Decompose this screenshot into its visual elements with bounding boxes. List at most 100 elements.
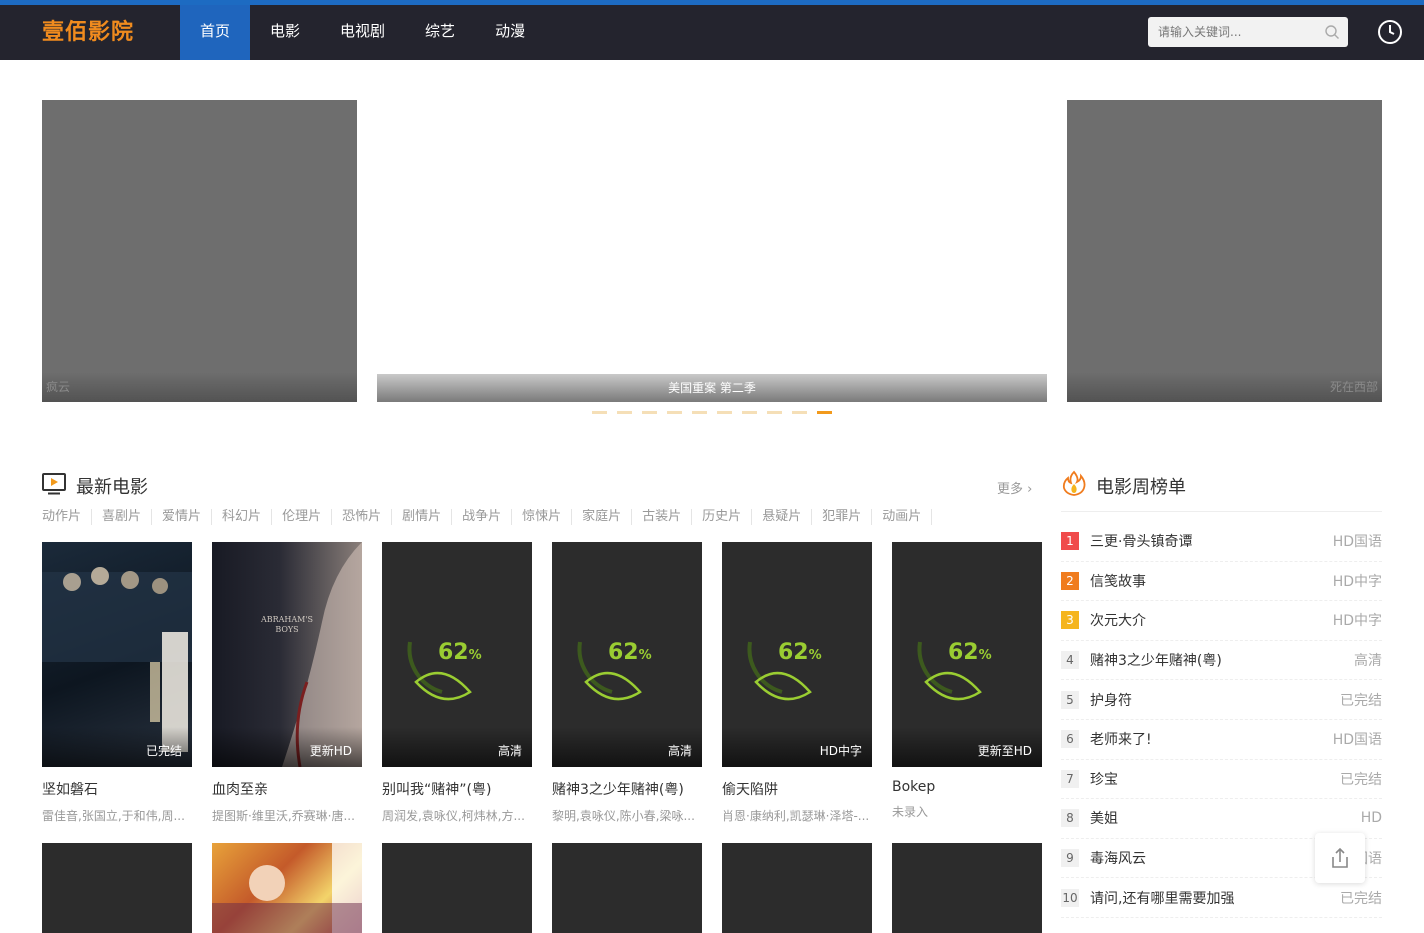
- movie-title[interactable]: 坚如磐石: [42, 779, 192, 799]
- carousel-slide-active[interactable]: 美国重案 第二季: [377, 100, 1047, 402]
- nav-variety[interactable]: 综艺: [405, 5, 475, 60]
- rank-status: HD中字: [1332, 613, 1382, 630]
- movie-poster[interactable]: [382, 843, 532, 933]
- rank-item[interactable]: 6 老师来了! HD国语: [1061, 720, 1382, 760]
- movie-card: 62% 高清 赌神3之少年赌神(粤) 黎明,袁咏仪,陈小春,梁咏...: [552, 542, 702, 824]
- share-icon: [1332, 847, 1348, 868]
- rank-item[interactable]: 10 请问,还有哪里需要加强 已完结: [1061, 878, 1382, 918]
- category-link[interactable]: 犯罪片: [822, 509, 873, 525]
- category-link[interactable]: 动画片: [882, 509, 933, 525]
- movie-title[interactable]: 偷天陷阱: [722, 779, 872, 799]
- movie-poster[interactable]: [42, 843, 192, 933]
- nav-home[interactable]: 首页: [180, 5, 251, 60]
- loading-percent-value: 62: [778, 640, 809, 665]
- rank-item[interactable]: 5 护身符 已完结: [1061, 680, 1382, 720]
- rank-number: 5: [1061, 690, 1079, 709]
- movie-badge: 已完结: [145, 744, 182, 758]
- movie-badge: 高清: [497, 744, 522, 758]
- loading-percent-value: 62: [608, 640, 639, 665]
- carousel-slide-next[interactable]: 死在西部: [1067, 100, 1382, 402]
- category-link[interactable]: 动作片: [42, 509, 93, 525]
- movie-poster[interactable]: 已完结: [42, 542, 192, 767]
- category-link[interactable]: 惊悚片: [522, 509, 573, 525]
- svg-text:BOYS: BOYS: [275, 625, 298, 634]
- movie-title[interactable]: 血肉至亲: [212, 779, 362, 799]
- search-input[interactable]: [1148, 17, 1318, 47]
- category-link[interactable]: 古装片: [642, 509, 693, 525]
- carousel-dot[interactable]: [717, 411, 732, 414]
- carousel-slide-prev[interactable]: 疯云: [42, 100, 357, 402]
- category-link[interactable]: 战争片: [462, 509, 513, 525]
- carousel-dot[interactable]: [767, 411, 782, 414]
- carousel-dot[interactable]: [592, 411, 607, 414]
- carousel-dot-active[interactable]: [817, 411, 832, 414]
- rank-name: 护身符: [1090, 692, 1132, 709]
- rank-item[interactable]: 7 珍宝 已完结: [1061, 760, 1382, 800]
- nav-movies[interactable]: 电影: [250, 5, 320, 60]
- rank-number: 1: [1061, 532, 1079, 551]
- rank-number: 3: [1061, 611, 1079, 630]
- rank-status: 已完结: [1340, 890, 1382, 907]
- carousel-dot[interactable]: [667, 411, 682, 414]
- rank-number: 7: [1061, 769, 1079, 788]
- movie-title[interactable]: Bokep: [892, 779, 1042, 795]
- movie-poster-loading[interactable]: 62% 高清: [382, 542, 532, 767]
- rank-name: 次元大介: [1090, 613, 1146, 630]
- rank-item[interactable]: 4 赌神3之少年赌神(粤) 高清: [1061, 641, 1382, 681]
- movie-poster[interactable]: [212, 843, 362, 933]
- nav-anime[interactable]: 动漫: [475, 5, 545, 60]
- rank-number: 4: [1061, 651, 1079, 670]
- share-button[interactable]: [1315, 833, 1365, 883]
- header: 壹佰影院 首页 电影 电视剧 综艺 动漫: [0, 5, 1424, 60]
- movie-poster[interactable]: [552, 843, 702, 933]
- carousel-dot[interactable]: [692, 411, 707, 414]
- category-link[interactable]: 喜剧片: [102, 509, 153, 525]
- movie-poster[interactable]: [892, 843, 1042, 933]
- carousel-dot[interactable]: [617, 411, 632, 414]
- movie-poster[interactable]: ABRAHAM'S BOYS 更新HD: [212, 542, 362, 767]
- category-link[interactable]: 历史片: [702, 509, 753, 525]
- carousel-dot[interactable]: [792, 411, 807, 414]
- rank-item[interactable]: 3 次元大介 HD中字: [1061, 601, 1382, 641]
- movie-actors: 周润发,袁咏仪,柯炜林,方...: [382, 809, 525, 823]
- movie-actors: 肖恩·康纳利,凯瑟琳·泽塔-...: [722, 809, 870, 823]
- category-link[interactable]: 剧情片: [402, 509, 453, 525]
- rank-item[interactable]: 2 信笺故事 HD中字: [1061, 562, 1382, 602]
- carousel-dot[interactable]: [642, 411, 657, 414]
- rank-status: HD国语: [1332, 732, 1382, 749]
- nav-tv[interactable]: 电视剧: [320, 5, 405, 60]
- search-icon[interactable]: [1324, 24, 1340, 40]
- site-logo[interactable]: 壹佰影院: [42, 14, 134, 46]
- loading-percent-value: 62: [948, 640, 979, 665]
- category-link[interactable]: 家庭片: [582, 509, 633, 525]
- svg-text:ABRAHAM'S: ABRAHAM'S: [260, 615, 313, 624]
- category-link[interactable]: 恐怖片: [342, 509, 393, 525]
- movie-actors: 提图斯·维里沃,乔赛琳·唐...: [212, 809, 355, 823]
- more-label: 更多: [997, 482, 1024, 497]
- movie-poster-loading[interactable]: 62% 更新至HD: [892, 542, 1042, 767]
- latest-more-link[interactable]: 更多 ›: [997, 478, 1032, 497]
- movie-poster-loading[interactable]: 62% 高清: [552, 542, 702, 767]
- category-link[interactable]: 悬疑片: [762, 509, 813, 525]
- rank-name: 信笺故事: [1090, 573, 1146, 590]
- carousel-caption-prev: 疯云: [42, 372, 357, 402]
- rank-number: 9: [1061, 849, 1079, 868]
- rank-name: 赌神3之少年赌神(粤): [1090, 653, 1222, 670]
- category-link[interactable]: 伦理片: [282, 509, 333, 525]
- movie-title[interactable]: 赌神3之少年赌神(粤): [552, 779, 702, 799]
- rank-status: HD国语: [1332, 534, 1382, 551]
- movie-poster-loading[interactable]: 62% HD中字: [722, 542, 872, 767]
- rank-item[interactable]: 1 三更·骨头镇奇谭 HD国语: [1061, 522, 1382, 562]
- movie-actors: 雷佳音,张国立,于和伟,周...: [42, 809, 185, 823]
- main-nav: 首页 电影 电视剧 综艺 动漫: [180, 5, 545, 60]
- movie-card: 62% HD中字 偷天陷阱 肖恩·康纳利,凯瑟琳·泽塔-...: [722, 542, 872, 824]
- movie-title[interactable]: 别叫我“赌神”(粤): [382, 779, 532, 799]
- category-link[interactable]: 科幻片: [222, 509, 273, 525]
- loading-percent: 62%: [778, 640, 822, 665]
- movie-card: 62% 高清 别叫我“赌神”(粤) 周润发,袁咏仪,柯炜林,方...: [382, 542, 532, 824]
- history-clock-icon[interactable]: [1377, 19, 1403, 45]
- carousel-dot[interactable]: [742, 411, 757, 414]
- category-link[interactable]: 爱情片: [162, 509, 213, 525]
- movie-badge: 更新HD: [309, 744, 352, 758]
- movie-poster[interactable]: [722, 843, 872, 933]
